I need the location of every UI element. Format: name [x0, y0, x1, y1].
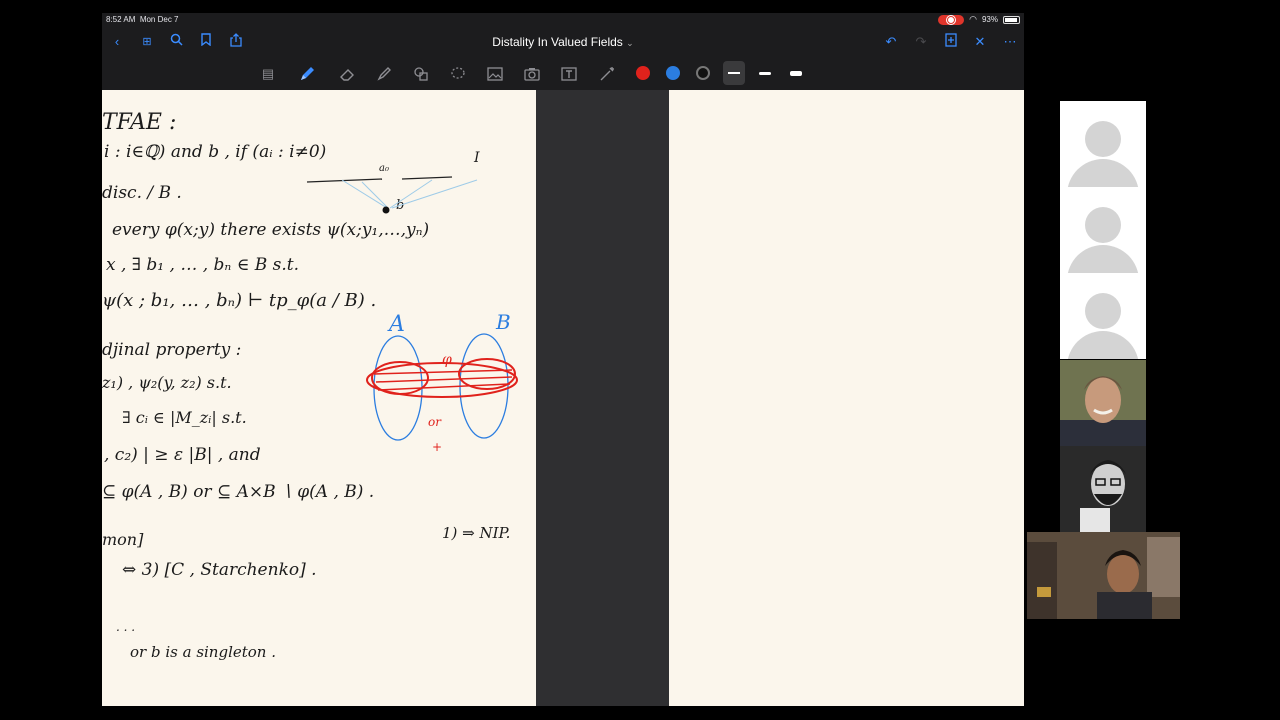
document-navbar: ‹ ⊞ Distality In Valued Fields ⌄ ↶ ↷ ✕ ⋯ [102, 27, 1024, 57]
stroke-thin-selected[interactable] [723, 61, 745, 85]
note-line-12b: 1) ⇒ NIP. [442, 524, 511, 542]
pen-icon[interactable] [298, 65, 316, 83]
note-line-7: djinal property : [102, 340, 242, 360]
redo-icon[interactable]: ↷ [912, 33, 930, 51]
record-icon [947, 15, 956, 24]
avatar-placeholder-body [1067, 159, 1139, 187]
screen-recording-indicator [938, 14, 965, 25]
diagram-label-or: or [428, 415, 441, 429]
avatar-placeholder-icon [1085, 121, 1121, 157]
note-line-8: z₁) , ψ₂(y, z₂) s.t. [102, 373, 232, 392]
close-icon[interactable]: ✕ [971, 33, 989, 51]
note-line-5: x , ∃ b₁ , … , bₙ ∈ B s.t. [106, 255, 299, 275]
diagram-label-a: A [389, 312, 405, 337]
cone-sketch [306, 176, 478, 214]
swatch-blue[interactable] [666, 66, 680, 80]
lasso-icon[interactable] [449, 65, 467, 83]
notes-page-right[interactable] [669, 90, 1024, 706]
swatch-red[interactable] [636, 66, 650, 80]
avatar-placeholder-icon [1085, 207, 1121, 243]
self-video [1027, 532, 1180, 619]
eraser-icon[interactable] [338, 65, 356, 83]
stroke-thick[interactable] [790, 71, 802, 76]
shapes-icon[interactable] [412, 65, 430, 83]
undo-icon[interactable]: ↶ [882, 33, 900, 51]
participant-tile-4[interactable] [1060, 360, 1146, 446]
highlighter-icon[interactable] [375, 65, 393, 83]
status-bar: 8:52 AM Mon Dec 7 ◠ 93% [102, 13, 1024, 27]
avatar-placeholder-icon [1085, 293, 1121, 329]
note-line-12: mon] [102, 530, 144, 549]
textbox-icon[interactable] [560, 65, 578, 83]
view-icon[interactable]: ▤ [259, 65, 277, 83]
battery-level [1005, 17, 1018, 22]
drawing-toolbar: ▤ [102, 57, 1024, 91]
note-line-13: ⇔ 3) [C , Starchenko] . [122, 560, 317, 580]
page-gutter [536, 90, 669, 706]
diagram-label-phi: φ [442, 352, 452, 368]
note-line-10: , c₂) | ≥ ε |B| , and [104, 445, 261, 465]
note-line-4: every φ(x;y) there exists ψ(x;y₁,…,yₙ) [112, 220, 430, 240]
wifi-icon: ◠ [969, 14, 977, 24]
participant-tile-1[interactable] [1060, 101, 1146, 187]
note-line-3: disc. / B . [102, 183, 182, 203]
stroke-medium[interactable] [759, 72, 771, 75]
note-line-2-tag: I [474, 150, 480, 166]
participant-video-4 [1060, 360, 1146, 446]
camera-icon[interactable] [523, 65, 541, 83]
status-time: 8:52 AM Mon Dec 7 [106, 15, 179, 24]
self-video-tile[interactable] [1027, 532, 1180, 619]
participants-panel [1027, 101, 1180, 619]
avatar-placeholder-body [1067, 331, 1139, 359]
swatch-black[interactable] [696, 66, 710, 80]
note-line-14: . . . [116, 620, 136, 634]
participant-tile-2[interactable] [1060, 187, 1146, 273]
diagram-label-b: B [496, 310, 511, 334]
note-line-9: ∃ cᵢ ∈ |M_zᵢ| s.t. [122, 408, 247, 427]
battery-percent: 93% [981, 15, 998, 24]
add-page-icon[interactable] [942, 33, 960, 51]
avatar-placeholder-body [1067, 245, 1139, 273]
notes-page-left[interactable]: TFAE : i : i∈ℚ) and b , if (aᵢ : i≠0) I … [102, 90, 536, 706]
battery-icon [1003, 15, 1020, 24]
note-line-11: ⊆ φ(A , B) or ⊆ A×B ∖ φ(A , B) . [102, 482, 375, 502]
laser-icon[interactable] [598, 65, 616, 83]
note-line-6: ψ(x ; b₁, … , bₙ) ⊢ tp_φ(a / B) . [102, 290, 377, 311]
participant-tile-5[interactable] [1060, 446, 1146, 532]
note-line-tfae: TFAE : [102, 110, 177, 135]
participant-video-5 [1060, 446, 1146, 532]
more-icon[interactable]: ⋯ [1001, 33, 1019, 51]
participant-tile-3[interactable] [1060, 273, 1146, 359]
image-icon[interactable] [486, 65, 504, 83]
note-line-2: i : i∈ℚ) and b , if (aᵢ : i≠0) [104, 142, 327, 162]
note-line-15: or b is a singleton . [130, 643, 277, 661]
diagram-label-x: + [432, 440, 443, 454]
ipad-screen: 8:52 AM Mon Dec 7 ◠ 93% ‹ ⊞ Distality In… [102, 13, 1024, 706]
